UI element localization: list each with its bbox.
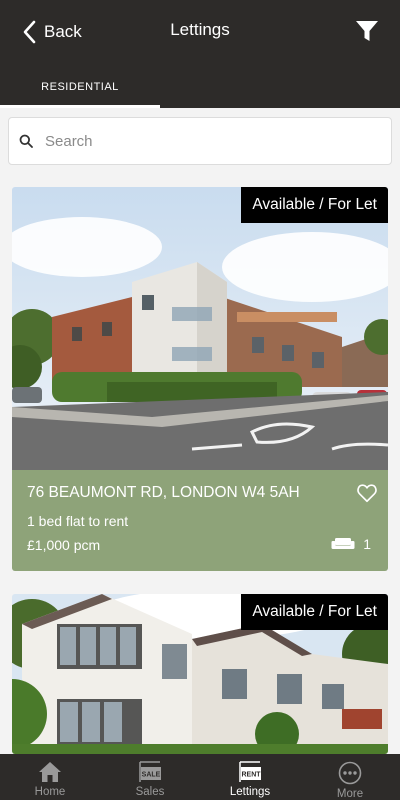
heart-icon[interactable] — [356, 482, 378, 504]
filter-icon[interactable] — [354, 18, 380, 44]
property-photo — [12, 187, 388, 470]
bedroom-count-value: 1 — [363, 536, 371, 552]
bottom-navigation: Home SALE Sales RENT Lettings More — [0, 754, 400, 800]
property-card[interactable]: Available / For Let — [12, 594, 388, 754]
property-card[interactable]: Available / For Let 76 BEAUMONT RD, LOND… — [12, 187, 388, 571]
search-input[interactable] — [45, 132, 365, 150]
availability-badge: Available / For Let — [241, 594, 388, 630]
property-address: 76 BEAUMONT RD, LONDON W4 5AH — [27, 484, 300, 501]
more-icon — [338, 761, 362, 785]
sale-sign-icon: SALE — [139, 761, 161, 782]
tab-active-indicator — [0, 105, 160, 108]
tab-residential-label: RESIDENTIAL — [41, 81, 119, 93]
nav-lettings[interactable]: RENT Lettings — [200, 754, 300, 800]
bedroom-count: 1 — [331, 536, 371, 552]
rent-sign-text: RENT — [241, 772, 261, 779]
nav-lettings-label: Lettings — [229, 786, 271, 798]
search-icon — [19, 134, 33, 148]
property-price: £1,000 pcm — [27, 537, 101, 553]
rent-sign-icon: RENT — [239, 761, 261, 782]
nav-home[interactable]: Home — [0, 754, 100, 800]
search-bar — [8, 117, 392, 165]
nav-sales-label: Sales — [135, 786, 165, 798]
app-header: Back Lettings RESIDENTIAL — [0, 0, 400, 108]
home-icon — [39, 762, 61, 782]
nav-more-label: More — [336, 788, 364, 800]
nav-more[interactable]: More — [300, 754, 400, 800]
property-description: 1 bed flat to rent — [27, 513, 129, 529]
availability-badge: Available / For Let — [241, 187, 388, 223]
nav-home-label: Home — [34, 786, 66, 798]
sofa-icon — [331, 538, 355, 549]
tab-residential[interactable]: RESIDENTIAL — [0, 74, 160, 108]
property-info-panel: 76 BEAUMONT RD, LONDON W4 5AH 1 bed flat… — [12, 470, 388, 571]
sale-sign-text: SALE — [142, 772, 161, 779]
page-title: Lettings — [170, 20, 230, 39]
nav-sales[interactable]: SALE Sales — [100, 754, 200, 800]
